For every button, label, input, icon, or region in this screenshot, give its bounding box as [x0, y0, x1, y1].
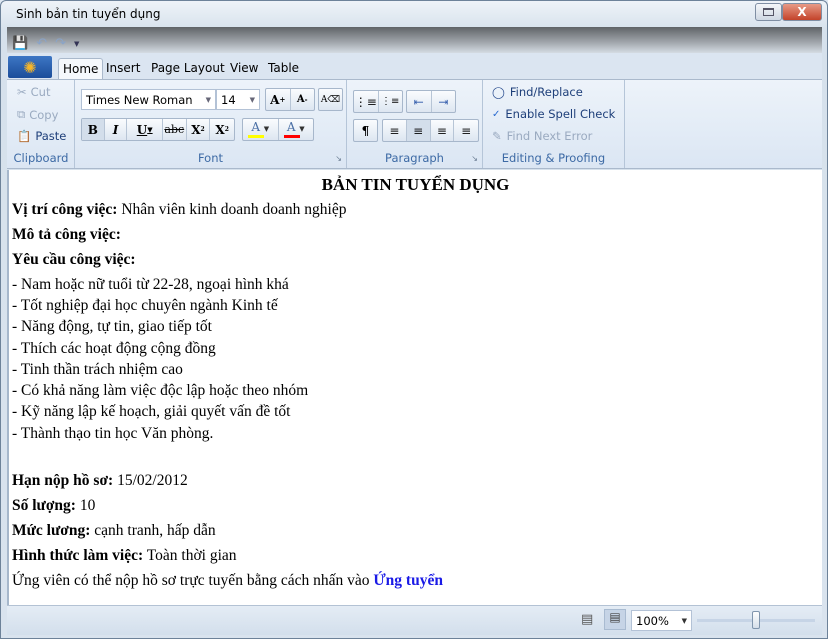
bullet-list-icon[interactable]: ⋮≡: [354, 91, 379, 112]
paste-button[interactable]: 📋 Paste: [17, 129, 66, 143]
requirement-item: - Thành thạo tin học Văn phòng.: [12, 425, 214, 442]
indent-buttons: ⇤ ⇥: [406, 90, 456, 113]
requirement-item: - Kỹ năng lập kế hoạch, giải quyết vấn đ…: [12, 403, 291, 420]
highlight-color-button[interactable]: A ▼: [243, 119, 279, 140]
grow-font-icon[interactable]: A +: [266, 89, 291, 110]
justify-icon[interactable]: ≡: [454, 120, 478, 141]
document-editor[interactable]: BẢN TIN TUYỂN DỤNG Vị trí công việc: Nhâ…: [7, 170, 822, 605]
requirement-item: - Năng động, tự tin, giao tiếp tốt: [12, 318, 212, 335]
copy-icon: ⧉: [17, 107, 26, 121]
zoom-select[interactable]: 100% ▼: [631, 610, 692, 631]
alignment-buttons: ≡ ≡ ≡ ≡: [382, 119, 479, 142]
clipboard-group: ✂ Cut ⧉ Copy 📋 Paste Clipboard: [8, 80, 75, 168]
clear-format-button[interactable]: A⌫: [318, 88, 343, 111]
tab-page-layout[interactable]: Page Layout: [147, 58, 229, 79]
copy-button[interactable]: ⧉ Copy: [17, 107, 58, 122]
font-color-button[interactable]: A ▼: [279, 119, 314, 140]
requirement-item: - Tinh thần trách nhiệm cao: [12, 361, 183, 378]
worktype-line: Hình thức làm việc: Toàn thời gian: [12, 547, 237, 564]
align-right-icon[interactable]: ≡: [431, 120, 455, 141]
color-buttons: A ▼ A ▼: [242, 118, 314, 141]
document-title: BẢN TIN TUYỂN DỤNG: [321, 175, 510, 194]
tab-home[interactable]: Home: [58, 58, 104, 79]
close-button[interactable]: X: [782, 3, 822, 21]
numbered-list-icon[interactable]: ⋮≡: [379, 91, 403, 112]
increase-indent-icon[interactable]: ⇥: [432, 91, 456, 112]
find-next-error-button[interactable]: ✎ Find Next Error: [492, 129, 592, 143]
list-buttons: ⋮≡ ⋮≡: [353, 90, 403, 113]
underline-icon[interactable]: U ▼: [127, 119, 163, 140]
window-title: Sinh bản tin tuyển dụng: [16, 7, 161, 21]
customize-dropdown-icon[interactable]: ▼: [74, 40, 79, 48]
show-formatting-button[interactable]: ¶: [353, 119, 378, 142]
description-line: Mô tả công việc:: [12, 226, 121, 243]
spell-check-icon: ✓: [492, 108, 501, 120]
font-size-select[interactable]: 14 ▼: [216, 89, 260, 110]
font-label: Font: [197, 151, 224, 165]
dialog-launcher-icon[interactable]: ↘: [335, 154, 342, 163]
requirement-item: - Nam hoặc nữ tuổi từ 22-28, ngoại hình …: [12, 276, 289, 293]
deadline-line: Hạn nộp hồ sơ: 15/02/2012: [12, 472, 188, 489]
web-layout-view-icon[interactable]: ▤: [604, 609, 626, 630]
application-menu-button[interactable]: ✺: [8, 56, 52, 78]
font-family-select[interactable]: Times New Roman ▼: [81, 89, 216, 110]
font-group: Times New Roman ▼ 14 ▼ A + A- A⌫ B I U ▼ ab…: [75, 80, 347, 168]
quick-access-toolbar: 💾 ↶ ↷ ▼: [12, 37, 79, 51]
editing-group: ◯ Find/Replace ✓ Enable Spell Check ✎ Find …: [483, 80, 625, 168]
dialog-launcher-icon[interactable]: ↘: [471, 154, 478, 163]
highlight-color-bar: [248, 135, 265, 138]
restore-icon: [763, 8, 774, 16]
requirement-item: - Có khả năng làm việc độc lập hoặc theo…: [12, 382, 309, 399]
salary-line: Mức lương: cạnh tranh, hấp dẫn: [12, 522, 216, 539]
tab-insert[interactable]: Insert: [102, 58, 144, 79]
tab-view[interactable]: View: [226, 58, 262, 79]
font-size-buttons: A + A-: [265, 88, 315, 111]
font-color-bar: [283, 135, 300, 138]
align-left-icon[interactable]: ≡: [383, 120, 407, 141]
chevron-down-icon: ▼: [205, 95, 211, 104]
apply-line: Ứng viên có thể nộp hồ sơ trực tuyến bằn…: [12, 572, 443, 589]
cut-button[interactable]: ✂ Cut: [17, 85, 50, 99]
requirement-item: - Tốt nghiệp đại học chuyên ngành Kinh t…: [12, 297, 278, 314]
zoom-slider-thumb[interactable]: [752, 611, 760, 629]
editing-label: Editing & Proofing: [501, 151, 606, 165]
paragraph-label: Paragraph: [385, 151, 444, 165]
subscript-icon[interactable]: X2: [187, 119, 211, 140]
app-header-bar: [7, 27, 822, 53]
align-center-icon[interactable]: ≡: [406, 120, 431, 141]
shrink-font-icon[interactable]: A-: [291, 89, 315, 110]
clear-format-icon: A⌫: [320, 94, 341, 105]
position-line: Vị trí công việc: Nhân viên kinh doanh d…: [12, 201, 347, 218]
undo-icon[interactable]: ↶: [36, 37, 47, 51]
app-logo-icon: ✺: [23, 57, 37, 77]
binoculars-icon: ◯: [492, 85, 505, 99]
requirement-item: - Thích các hoạt động cộng đồng: [12, 340, 216, 357]
spell-check-button[interactable]: ✓ Enable Spell Check: [492, 107, 615, 121]
chevron-down-icon: ▼: [249, 95, 255, 104]
strikethrough-icon[interactable]: abc: [163, 119, 187, 140]
restore-button[interactable]: [755, 3, 782, 21]
scissors-icon: ✂: [17, 85, 27, 99]
redo-icon[interactable]: ↷: [55, 37, 66, 51]
apply-link[interactable]: Ứng tuyển: [373, 572, 443, 589]
bold-icon[interactable]: B: [82, 119, 105, 140]
draft-view-icon[interactable]: ▤: [581, 612, 593, 627]
quantity-line: Số lượng: 10: [12, 497, 96, 514]
paste-icon: 📋: [17, 129, 32, 143]
save-icon[interactable]: 💾: [12, 37, 28, 51]
close-icon: X: [797, 5, 807, 19]
status-bar: ▤ ▤ 100% ▼: [7, 605, 822, 635]
eraser-icon: ✎: [492, 129, 502, 143]
superscript-icon[interactable]: X2: [210, 119, 234, 140]
paragraph-group: ⋮≡ ⋮≡ ⇤ ⇥ ¶ ≡ ≡ ≡ ≡ Paragraph ↘: [347, 80, 483, 168]
decrease-indent-icon[interactable]: ⇤: [407, 91, 432, 112]
chevron-down-icon: ▼: [681, 616, 687, 625]
italic-icon[interactable]: I: [105, 119, 128, 140]
pilcrow-icon: ¶: [361, 123, 370, 138]
clipboard-label: Clipboard: [13, 151, 69, 165]
requirements-heading: Yêu cầu công việc:: [12, 251, 136, 268]
font-style-buttons: B I U ▼ abc X2 X2: [81, 118, 235, 141]
find-replace-button[interactable]: ◯ Find/Replace: [492, 85, 583, 99]
tab-table[interactable]: Table: [264, 58, 303, 79]
